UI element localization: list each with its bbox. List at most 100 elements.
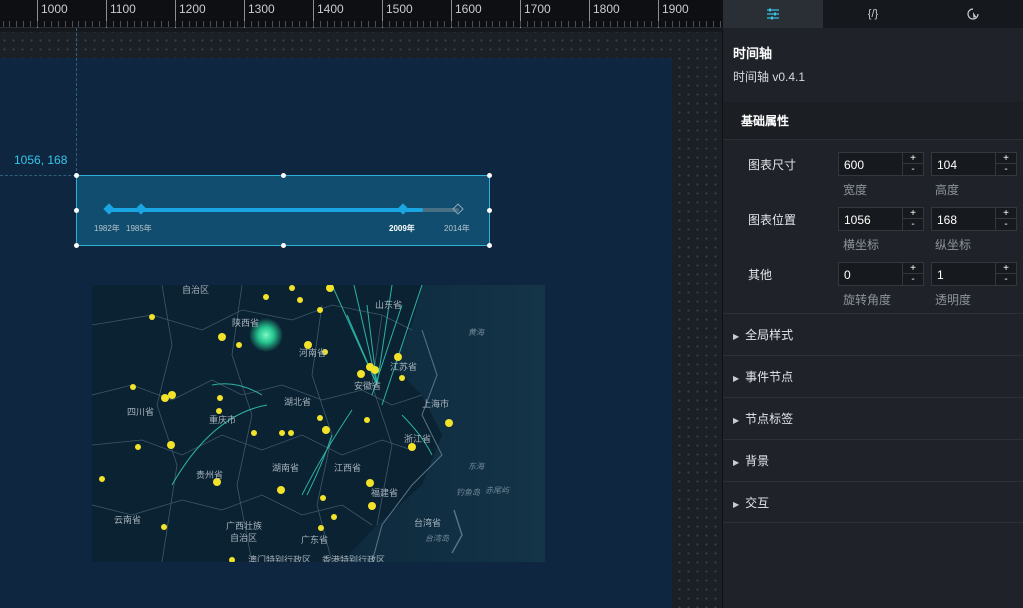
ruler-minor-tick bbox=[368, 21, 370, 27]
ruler-minor-tick bbox=[513, 21, 515, 27]
province-label: 陕西省 bbox=[232, 318, 260, 328]
ruler-minor-tick bbox=[161, 21, 163, 27]
panel-tabs: {/} bbox=[723, 0, 1023, 28]
ruler-minor-tick bbox=[561, 21, 563, 27]
input-value[interactable]: 1 bbox=[937, 268, 944, 282]
basic-properties-heading: 基础属性 bbox=[723, 102, 1023, 140]
ruler-minor-tick bbox=[464, 21, 466, 27]
input-value[interactable]: 1056 bbox=[844, 213, 871, 227]
ruler-minor-tick bbox=[616, 21, 618, 27]
resize-handle[interactable] bbox=[74, 208, 79, 213]
section-global-style[interactable]: ▶ 全局样式 bbox=[723, 313, 1023, 355]
resize-handle[interactable] bbox=[487, 208, 492, 213]
ruler-minor-tick bbox=[485, 21, 487, 27]
timeline-node[interactable] bbox=[103, 203, 115, 215]
x-coordinate-input[interactable]: 1056 + - bbox=[838, 207, 924, 231]
section-background[interactable]: ▶ 背景 bbox=[723, 439, 1023, 481]
input-value[interactable]: 600 bbox=[844, 158, 864, 172]
decrement-button[interactable]: - bbox=[902, 274, 923, 285]
sliders-icon bbox=[767, 8, 779, 20]
ruler-shadow bbox=[0, 28, 722, 32]
ruler-minor-tick bbox=[299, 21, 301, 27]
ruler-minor-tick bbox=[644, 21, 646, 27]
ruler-minor-tick bbox=[106, 21, 107, 27]
ruler-minor-tick bbox=[457, 21, 459, 27]
interaction-tab[interactable] bbox=[923, 0, 1023, 28]
section-event-nodes[interactable]: ▶ 事件节点 bbox=[723, 355, 1023, 397]
ruler-minor-tick bbox=[354, 21, 356, 27]
timeline-node[interactable] bbox=[452, 203, 464, 215]
y-coordinate-input[interactable]: 168 + - bbox=[931, 207, 1017, 231]
ruler-minor-tick bbox=[609, 21, 611, 27]
ruler-minor-tick bbox=[437, 21, 439, 27]
timeline-component[interactable]: 1982年 1985年 2009年 2014年 bbox=[74, 173, 492, 248]
ruler-minor-tick bbox=[595, 21, 597, 27]
ruler-minor-tick bbox=[326, 21, 328, 27]
rotation-input[interactable]: 0 + - bbox=[838, 262, 924, 286]
increment-button[interactable]: + bbox=[995, 153, 1016, 164]
decrement-button[interactable]: - bbox=[995, 219, 1016, 230]
data-tab[interactable]: {/} bbox=[823, 0, 923, 28]
caret-right-icon: ▶ bbox=[733, 500, 740, 509]
ruler-minor-tick bbox=[692, 21, 694, 27]
ruler-minor-tick bbox=[30, 21, 32, 27]
ruler-minor-tick bbox=[216, 21, 218, 27]
increment-button[interactable]: + bbox=[902, 153, 923, 164]
input-value[interactable]: 104 bbox=[937, 158, 957, 172]
timeline-node-active[interactable] bbox=[397, 203, 409, 215]
ruler-minor-tick bbox=[685, 21, 687, 27]
ruler-minor-tick bbox=[168, 21, 170, 27]
input-value[interactable]: 168 bbox=[937, 213, 957, 227]
opacity-input[interactable]: 1 + - bbox=[931, 262, 1017, 286]
ruler-minor-tick bbox=[416, 21, 418, 27]
prop-row-size: 图表尺寸 600 + - 宽度 104 + - 高度 bbox=[723, 140, 1023, 197]
editor-canvas[interactable]: 1000 1100 1200 1300 1400 1500 1600 1700 … bbox=[0, 0, 722, 608]
settings-tab[interactable] bbox=[723, 0, 823, 28]
decrement-button[interactable]: - bbox=[995, 274, 1016, 285]
sea-label: 赤尾屿 bbox=[485, 486, 509, 495]
ruler-minor-tick bbox=[499, 21, 501, 27]
caret-right-icon: ▶ bbox=[733, 374, 740, 383]
ruler-minor-tick bbox=[589, 21, 590, 27]
ruler-minor-tick bbox=[547, 21, 549, 27]
resize-handle[interactable] bbox=[487, 173, 492, 178]
china-map-component[interactable]: 自治区 陕西省 山东省 河南省 江苏省 安徽省 四川省 湖北省 上海市 重庆市 … bbox=[92, 285, 545, 562]
ruler-minor-tick bbox=[533, 21, 535, 27]
section-label: 全局样式 bbox=[745, 328, 794, 342]
resize-handle[interactable] bbox=[281, 243, 286, 248]
ruler-minor-tick bbox=[209, 21, 211, 27]
decrement-button[interactable]: - bbox=[902, 164, 923, 175]
ruler-minor-tick bbox=[181, 21, 183, 27]
input-value[interactable]: 0 bbox=[844, 268, 851, 282]
ruler-minor-tick bbox=[664, 21, 666, 27]
height-input[interactable]: 104 + - bbox=[931, 152, 1017, 176]
section-node-labels[interactable]: ▶ 节点标签 bbox=[723, 397, 1023, 439]
decrement-button[interactable]: - bbox=[902, 219, 923, 230]
ruler-minor-tick bbox=[126, 21, 128, 27]
ruler-minor-tick bbox=[451, 21, 452, 27]
ruler-minor-tick bbox=[78, 21, 80, 27]
increment-button[interactable]: + bbox=[995, 263, 1016, 274]
ruler-minor-tick bbox=[237, 21, 239, 27]
ruler-minor-tick bbox=[306, 21, 308, 27]
code-icon: {/} bbox=[867, 8, 879, 20]
resize-handle[interactable] bbox=[487, 243, 492, 248]
province-label: 重庆市 bbox=[209, 415, 237, 425]
timeline-node[interactable] bbox=[135, 203, 147, 215]
section-interaction[interactable]: ▶ 交互 bbox=[723, 481, 1023, 523]
sea-label: 钓鱼岛 bbox=[456, 488, 480, 497]
ruler-minor-tick bbox=[713, 21, 715, 27]
province-label: 台湾省 bbox=[414, 518, 442, 528]
width-input[interactable]: 600 + - bbox=[838, 152, 924, 176]
resize-handle[interactable] bbox=[281, 173, 286, 178]
ruler-minor-tick bbox=[492, 21, 494, 27]
resize-handle[interactable] bbox=[74, 173, 79, 178]
caret-right-icon: ▶ bbox=[733, 332, 740, 341]
increment-button[interactable]: + bbox=[995, 208, 1016, 219]
prop-row-position: 图表位置 1056 + - 横坐标 168 + - 纵坐标 bbox=[723, 195, 1023, 252]
increment-button[interactable]: + bbox=[902, 263, 923, 274]
increment-button[interactable]: + bbox=[902, 208, 923, 219]
decrement-button[interactable]: - bbox=[995, 164, 1016, 175]
resize-handle[interactable] bbox=[74, 243, 79, 248]
ruler-minor-tick bbox=[202, 21, 204, 27]
